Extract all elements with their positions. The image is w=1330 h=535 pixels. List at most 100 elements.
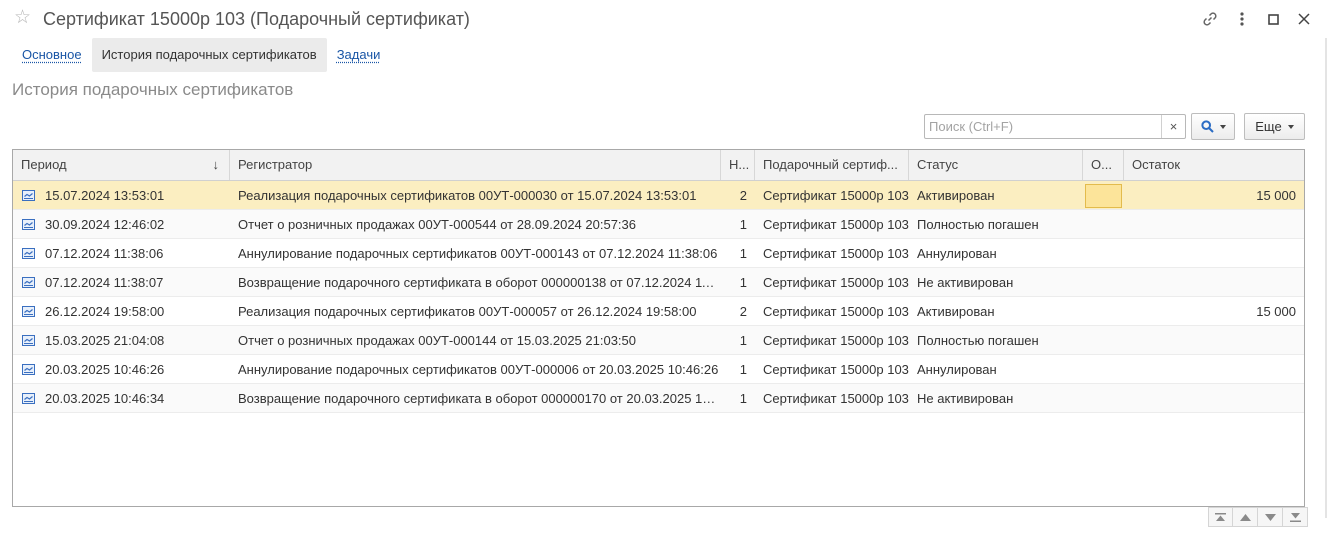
link-icon[interactable] [1200,9,1220,29]
cell-balance: 15 000 [1256,188,1296,203]
more-button-label: Еще [1255,119,1282,134]
cell-registrar: Реализация подарочных сертификатов 00УТ-… [238,304,697,319]
history-table[interactable]: Период ↓ Регистратор Н... Подарочный сер… [12,149,1305,507]
cell-status: Активирован [917,188,995,203]
cell-n: 1 [739,246,747,261]
cell-period: 07.12.2024 11:38:07 [45,275,164,290]
cell-o [1083,326,1124,354]
cell-n: 1 [739,275,747,290]
cell-o [1083,355,1124,383]
cell-period: 26.12.2024 19:58:00 [45,304,165,319]
cell-registrar: Аннулирование подарочных сертификатов 00… [238,362,719,377]
cell-registrar: Аннулирование подарочных сертификатов 00… [238,246,718,261]
cell-o [1083,297,1124,325]
column-header-certificate[interactable]: Подарочный сертиф... [755,150,909,180]
cell-period: 20.03.2025 10:46:34 [45,391,165,406]
maximize-icon[interactable] [1263,9,1283,29]
cell-certificate: Сертификат 15000р 103 [763,333,909,348]
cell-status: Полностью погашен [917,333,1039,348]
cell-certificate: Сертификат 15000р 103 [763,304,909,319]
table-row[interactable]: 26.12.2024 19:58:00 Реализация подарочных… [13,297,1304,326]
cell-status: Полностью погашен [917,217,1039,232]
scroll-last-button[interactable] [1283,507,1308,527]
cell-balance [1124,210,1304,238]
cell-balance [1124,355,1304,383]
column-header-balance[interactable]: Остаток [1124,150,1304,180]
cell-certificate: Сертификат 15000р 103 [763,362,909,377]
cell-certificate: Сертификат 15000р 103 [763,188,909,203]
cell-o [1083,239,1124,267]
chevron-down-icon [1219,124,1226,129]
cell-registrar: Отчет о розничных продажах 00УТ-000144 о… [238,333,637,348]
cell-status: Аннулирован [917,246,997,261]
table-row[interactable]: 15.07.2024 13:53:01 Реализация подарочных… [13,181,1304,210]
cell-o [1083,181,1124,209]
cell-balance: 15 000 [1256,304,1296,319]
cell-period: 15.07.2024 13:53:01 [45,188,165,203]
cell-certificate: Сертификат 15000р 103 [763,217,909,232]
column-header-status[interactable]: Статус [909,150,1083,180]
cell-status: Активирован [917,304,995,319]
table-row[interactable]: 20.03.2025 10:46:34 Возвращение подарочно… [13,384,1304,413]
section-title: История подарочных сертификатов [12,80,294,99]
cell-period: 07.12.2024 11:38:06 [45,246,164,261]
close-icon[interactable] [1294,9,1314,29]
cell-period: 15.03.2025 21:04:08 [45,333,165,348]
cell-balance [1124,268,1304,296]
search-clear-button[interactable]: × [1161,115,1185,138]
tab-main[interactable]: Основное [12,38,92,72]
search-icon [1200,120,1214,133]
table-row[interactable]: 30.09.2024 12:46:02 Отчет о розничных про… [13,210,1304,239]
tab-tasks[interactable]: Задачи [327,38,391,72]
window-scrollbar[interactable] [1325,38,1327,518]
more-vertical-icon[interactable] [1232,9,1252,29]
cell-n: 1 [739,333,747,348]
cell-status: Не активирован [917,391,1014,406]
cell-certificate: Сертификат 15000р 103 [763,275,909,290]
cell-balance [1124,239,1304,267]
cell-n: 2 [739,304,747,319]
scroll-up-button[interactable] [1233,507,1258,527]
cell-status: Аннулирован [917,362,997,377]
cell-period: 30.09.2024 12:46:02 [45,217,165,232]
table-header: Период ↓ Регистратор Н... Подарочный сер… [13,150,1304,181]
tab-gift-certificate-history[interactable]: История подарочных сертификатов [91,38,327,72]
table-row[interactable]: 07.12.2024 11:38:07 Возвращение подарочно… [13,268,1304,297]
column-header-o[interactable]: О... [1083,150,1124,180]
cell-period: 20.03.2025 10:46:26 [45,362,165,377]
star-icon[interactable]: ☆ [14,8,31,28]
cell-n: 1 [739,362,747,377]
window-title: Сертификат 15000р 103 (Подарочный сертиф… [43,9,470,29]
cell-o [1083,384,1124,412]
cell-n: 1 [739,217,747,232]
search-button[interactable] [1191,113,1235,140]
table-row[interactable]: 07.12.2024 11:38:06 Аннулирование подароч… [13,239,1304,268]
chevron-down-icon [1287,124,1294,129]
cell-n: 2 [739,188,747,203]
cell-n: 1 [739,391,747,406]
window-titlebar: ☆ Сертификат 15000р 103 (Подарочный серт… [0,0,1330,38]
cell-certificate: Сертификат 15000р 103 [763,246,909,261]
table-row[interactable]: 15.03.2025 21:04:08 Отчет о розничных про… [13,326,1304,355]
scroll-down-button[interactable] [1258,507,1283,527]
table-row[interactable]: 20.03.2025 10:46:26 Аннулирование подароч… [13,355,1304,384]
cell-registrar: Реализация подарочных сертификатов 00УТ-… [238,188,697,203]
cell-registrar: Отчет о розничных продажах 00УТ-000544 о… [238,217,637,232]
column-header-period[interactable]: Период ↓ [13,150,230,180]
cell-o [1083,268,1124,296]
cell-registrar: Возвращение подарочного сертификата в об… [238,391,721,406]
search-box: × [924,114,1186,139]
cell-certificate: Сертификат 15000р 103 [763,391,909,406]
scroll-first-button[interactable] [1208,507,1233,527]
cell-balance [1124,384,1304,412]
search-input[interactable] [925,115,1161,138]
more-button[interactable]: Еще [1244,113,1305,140]
sort-arrow-icon: ↓ [212,157,220,172]
column-header-n[interactable]: Н... [721,150,755,180]
form-tabs: Основное История подарочных сертификатов… [12,38,390,72]
cell-o [1083,210,1124,238]
table-navigation [1208,507,1308,527]
cell-status: Не активирован [917,275,1014,290]
cell-balance [1124,326,1304,354]
column-header-registrar[interactable]: Регистратор [230,150,721,180]
